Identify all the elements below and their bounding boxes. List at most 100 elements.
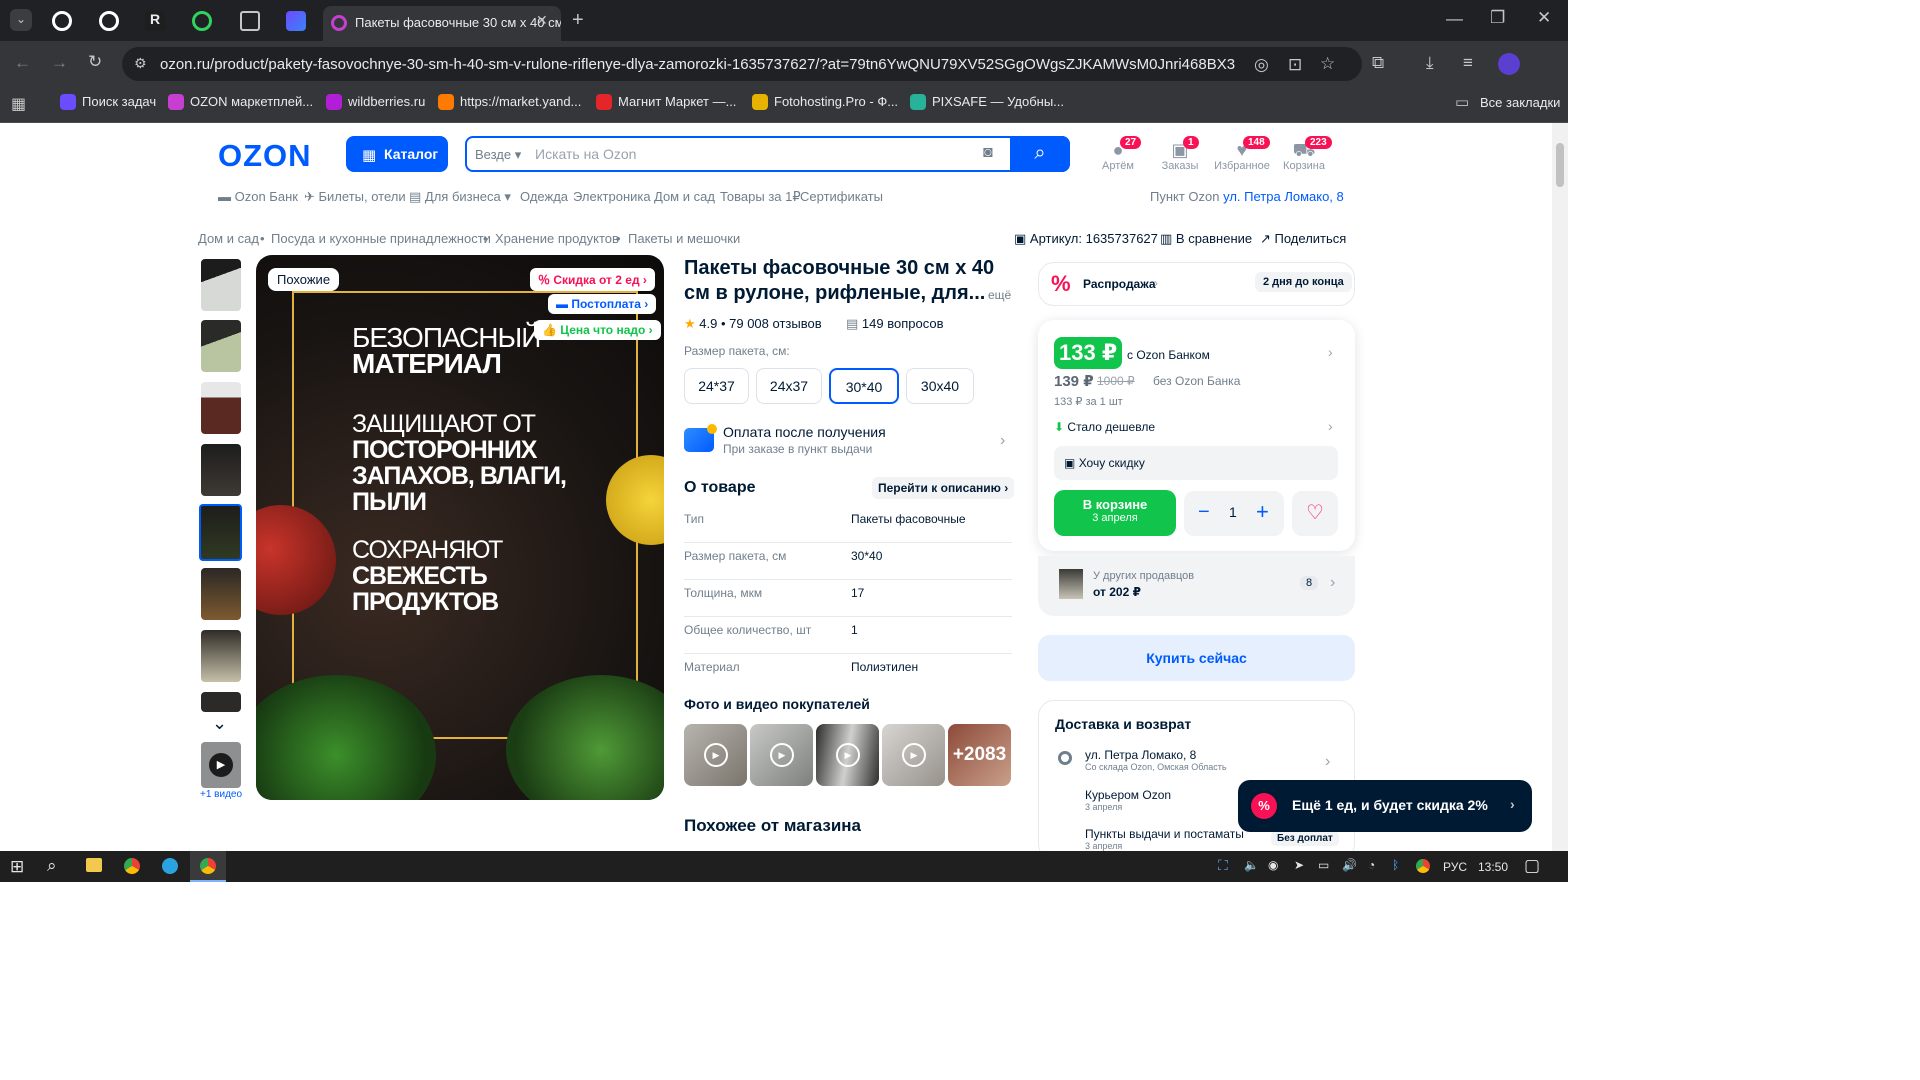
- extensions-icon[interactable]: ⧉: [1372, 53, 1384, 73]
- scrollbar-thumb[interactable]: [1556, 143, 1564, 187]
- clock[interactable]: 13:50: [1478, 860, 1508, 874]
- screenshot-icon[interactable]: ⛶: [1218, 857, 1228, 874]
- address-bar[interactable]: ⚙ ozon.ru/product/pakety-fasovochnye-30-…: [122, 47, 1362, 81]
- bookmark-star-icon[interactable]: ☆: [1320, 54, 1335, 74]
- compare-button[interactable]: ▥ В сравнение: [1160, 231, 1252, 247]
- volume-icon[interactable]: 🔈: [1244, 858, 1259, 872]
- buyer-video-2[interactable]: ▶: [750, 724, 813, 786]
- close-window-icon[interactable]: ✕: [1537, 8, 1551, 28]
- breadcrumb-1[interactable]: Посуда и кухонные принадлежности: [271, 231, 491, 246]
- tracking-off-icon[interactable]: ◎: [1254, 55, 1269, 75]
- tab-favicon-green[interactable]: [192, 11, 212, 31]
- restore-icon[interactable]: ❐: [1490, 8, 1505, 28]
- plus-icon[interactable]: +: [1256, 499, 1269, 525]
- gallery-video-thumb[interactable]: ▶: [201, 742, 241, 788]
- questions-link[interactable]: ▤ 149 вопросов: [846, 316, 944, 332]
- ozon-logo[interactable]: OZON: [218, 138, 312, 174]
- gallery-thumb-1[interactable]: [201, 259, 241, 311]
- chevron-right-icon[interactable]: ›: [1328, 344, 1333, 360]
- video-caption[interactable]: +1 видео: [200, 789, 242, 800]
- gallery-thumb-7[interactable]: [201, 630, 241, 682]
- pickup-point[interactable]: Пункт Ozon ул. Петра Ломако, 8: [1150, 189, 1344, 204]
- tab-search-icon[interactable]: ⌄: [10, 9, 32, 31]
- bookmark-3[interactable]: https://market.yand...: [438, 94, 581, 110]
- download-icon[interactable]: ⤓: [1426, 53, 1434, 73]
- nav-tickets[interactable]: ✈ Билеты, отели: [304, 189, 406, 205]
- bookmark-0[interactable]: Поиск задач: [60, 94, 156, 110]
- wifi-icon[interactable]: ◔: [1368, 858, 1375, 872]
- chip-good-price[interactable]: 👍 Цена что надо ›: [534, 320, 661, 340]
- quantity-stepper[interactable]: − 1 +: [1184, 491, 1284, 536]
- all-bookmarks[interactable]: Все закладки: [1480, 95, 1560, 110]
- size-option-2-selected[interactable]: 30*40: [829, 368, 899, 404]
- bookmark-6[interactable]: PIXSAFE — Удобны...: [910, 94, 1064, 110]
- delivery-address[interactable]: ул. Петра Ломако, 8 Со склада Ozon, Омск…: [1085, 748, 1227, 772]
- profile-avatar[interactable]: [1498, 53, 1520, 75]
- site-info-icon[interactable]: ⚙: [134, 55, 147, 72]
- gallery-thumb-5-selected[interactable]: [199, 504, 242, 561]
- header-orders[interactable]: ▣ 1 Заказы: [1150, 136, 1210, 172]
- add-favorite-button[interactable]: ♡: [1292, 491, 1338, 536]
- language-indicator[interactable]: РУС: [1443, 860, 1467, 874]
- gallery-thumb-3[interactable]: [201, 382, 241, 434]
- tab-favicon-window[interactable]: [240, 11, 260, 31]
- nav-ozon-bank[interactable]: ▬ Ozon Банк: [218, 189, 298, 204]
- tab-favicon-shield[interactable]: [286, 11, 306, 31]
- nav-goods-1rub[interactable]: Товары за 1₽: [720, 189, 801, 205]
- buyer-media-more[interactable]: +2083: [948, 724, 1011, 786]
- search-input[interactable]: Искать на Ozon: [535, 146, 636, 162]
- minus-icon[interactable]: −: [1198, 501, 1210, 524]
- tab-favicon-r[interactable]: R: [145, 11, 165, 31]
- steam-icon[interactable]: ◉: [1268, 858, 1278, 872]
- article-number[interactable]: ▣ Артикул: 1635737627: [1014, 231, 1158, 247]
- nav-electronics[interactable]: Электроника: [573, 189, 651, 204]
- back-icon[interactable]: ←: [14, 53, 31, 73]
- buyer-video-4[interactable]: ▶: [882, 724, 945, 786]
- sale-banner[interactable]: % Распродажа › 2 дня до конца: [1038, 262, 1355, 306]
- apps-grid-icon[interactable]: ▦: [11, 94, 26, 114]
- search-scope-select[interactable]: Везде ▾: [475, 147, 521, 163]
- telegram-icon[interactable]: [162, 858, 178, 874]
- media-icon[interactable]: ≡: [1463, 53, 1473, 73]
- buy-now-button[interactable]: Купить сейчас: [1038, 635, 1355, 681]
- close-tab-icon[interactable]: ✕: [536, 12, 548, 29]
- breadcrumb-2[interactable]: Хранение продуктов: [495, 231, 619, 246]
- buyer-video-1[interactable]: ▶: [684, 724, 747, 786]
- bookmark-1[interactable]: OZON маркетплей...: [168, 94, 313, 110]
- file-explorer-icon[interactable]: [86, 858, 102, 872]
- price-drop-link[interactable]: ⬇ Стало дешевле: [1054, 420, 1155, 434]
- nav-clothes[interactable]: Одежда: [520, 189, 568, 204]
- bluetooth-icon[interactable]: ᛒ: [1392, 858, 1399, 872]
- delivery-courier[interactable]: Курьером Ozon 3 апреля: [1085, 788, 1171, 812]
- bookmark-2[interactable]: wildberries.ru: [326, 94, 425, 110]
- new-tab-button[interactable]: +: [572, 9, 584, 32]
- header-cart[interactable]: ⛟ 223 Корзина: [1274, 136, 1334, 172]
- tab-favicon-ozon-1[interactable]: [52, 11, 72, 31]
- chrome-icon[interactable]: [124, 858, 140, 874]
- chip-postpay[interactable]: ▬ Постоплата ›: [548, 294, 657, 314]
- gallery-thumb-6[interactable]: [201, 568, 241, 620]
- goto-description-button[interactable]: Перейти к описанию ›: [872, 477, 1015, 499]
- bookmark-5[interactable]: Fotohosting.Pro - Ф...: [752, 94, 898, 110]
- notifications-icon[interactable]: ▢: [1524, 856, 1540, 876]
- rating[interactable]: ★ 4.9 • 79 008 отзывов: [684, 316, 822, 332]
- nav-business[interactable]: ▤ Для бизнеса ▾: [409, 189, 511, 205]
- windows-start-icon[interactable]: ⊞: [10, 857, 24, 877]
- taskbar-search-icon[interactable]: ⌕: [47, 856, 57, 876]
- gallery-thumb-8[interactable]: [201, 692, 241, 712]
- chevron-down-icon[interactable]: ⌄: [212, 713, 227, 734]
- share-button[interactable]: ↗ Поделиться: [1260, 231, 1346, 247]
- size-option-0[interactable]: 24*37: [684, 368, 749, 404]
- discount-toast[interactable]: % Ещё 1 ед, и будет скидка 2% ›: [1238, 780, 1532, 832]
- breadcrumb-3[interactable]: Пакеты и мешочки: [628, 231, 740, 246]
- in-cart-button[interactable]: В корзине 3 апреля: [1054, 490, 1176, 536]
- header-favorites[interactable]: ♥ 148 Избранное: [1212, 136, 1272, 172]
- size-option-1[interactable]: 24х37: [756, 368, 822, 404]
- speaker-icon[interactable]: 🔊: [1342, 858, 1357, 872]
- title-more-link[interactable]: ещё: [988, 288, 1011, 302]
- forward-icon[interactable]: →: [51, 53, 68, 73]
- gallery-thumb-2[interactable]: [201, 320, 241, 372]
- breadcrumb-0[interactable]: Дом и сад: [198, 231, 259, 246]
- search-box[interactable]: Везде ▾ Искать на Ozon ◙: [465, 136, 1070, 172]
- size-option-3[interactable]: 30х40: [906, 368, 974, 404]
